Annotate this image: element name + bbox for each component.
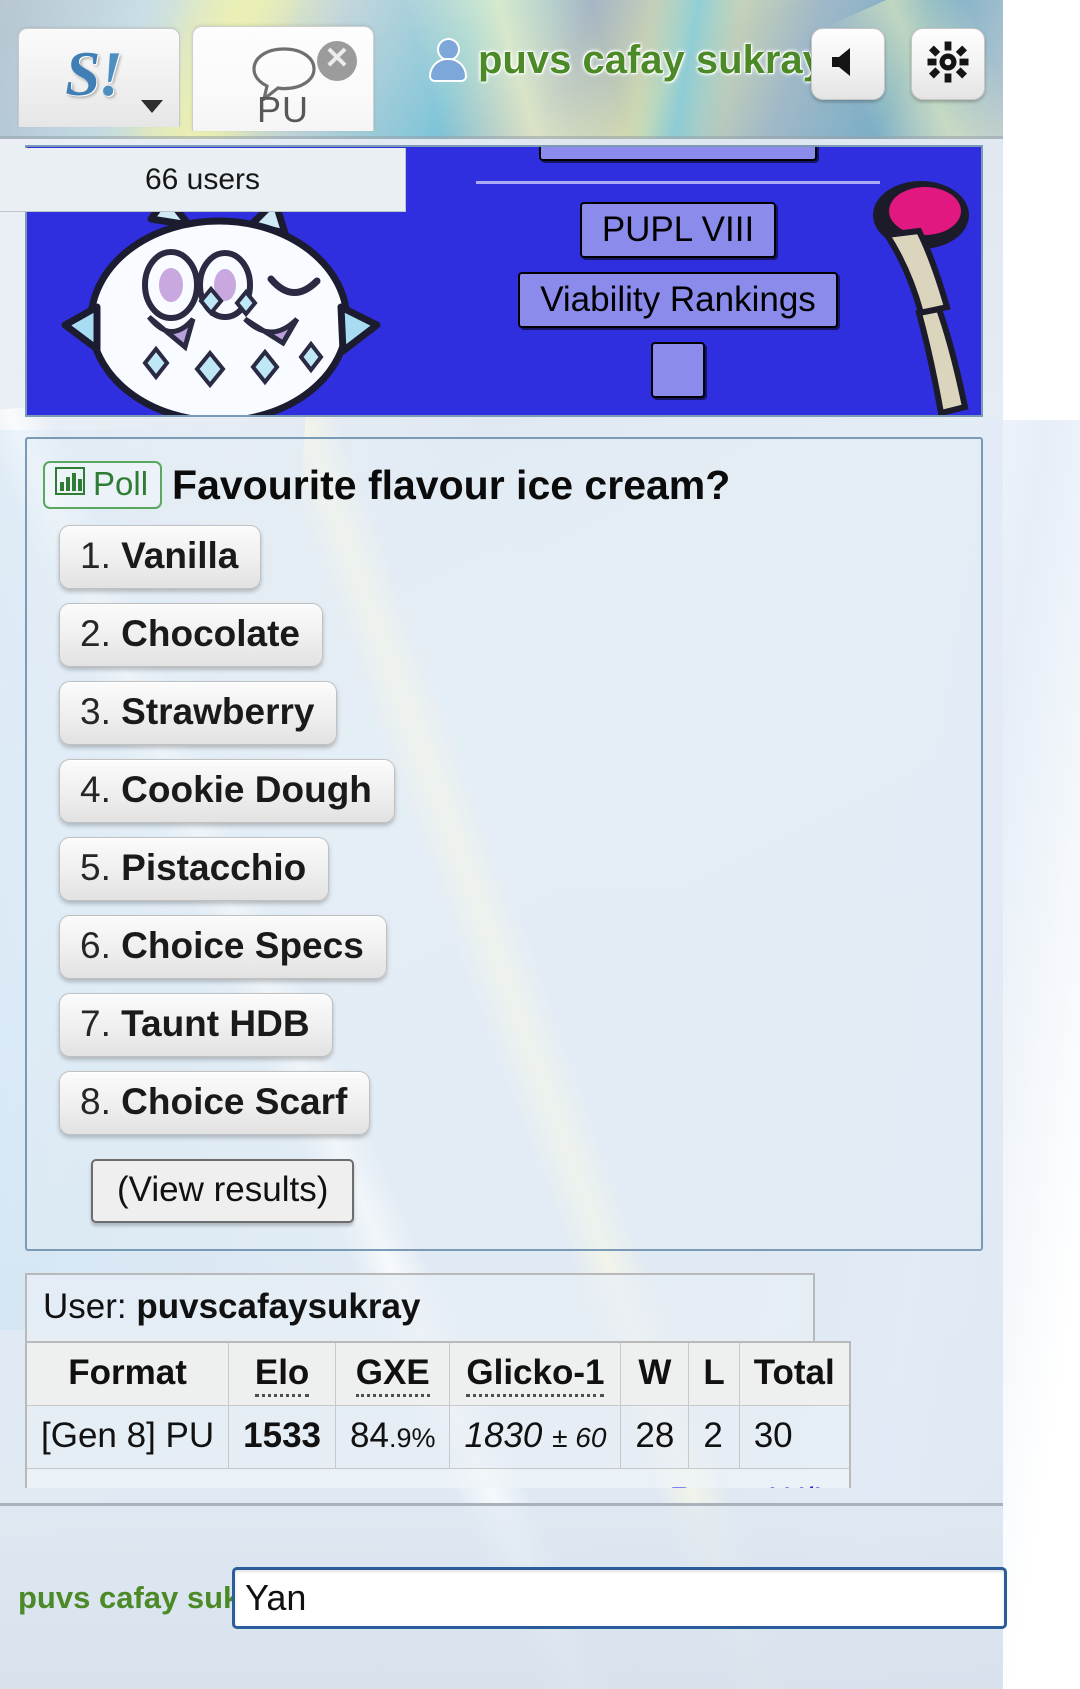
ladder-user-name: puvscafaysukray	[136, 1287, 421, 1326]
cell-wins: 28	[620, 1405, 690, 1469]
column-header-gxe: GXE	[335, 1341, 451, 1406]
reset-wl-link[interactable]: Reset W/L	[669, 1481, 832, 1488]
ladder-user-row: User: puvscafaysukray	[25, 1273, 815, 1343]
user-avatar-icon	[430, 39, 466, 82]
chat-username-label[interactable]: puvs cafay sukray	[0, 1580, 232, 1616]
banner-divider	[476, 181, 880, 184]
cell-elo: 1533	[228, 1405, 337, 1469]
room-tab-label: PU	[256, 89, 309, 130]
poll-option-button[interactable]: 4. Cookie Dough	[59, 759, 395, 823]
app-root: S! ✕ PU puvs cafay sukray 66 users PUPL …	[0, 0, 1080, 1689]
column-header-wins: W	[620, 1341, 690, 1406]
userlist-toggle[interactable]: 66 users	[0, 148, 406, 212]
gear-icon	[926, 40, 970, 89]
table-footer-row: Reset W/L	[25, 1468, 851, 1488]
poll-option-button[interactable]: 7. Taunt HDB	[59, 993, 333, 1057]
vanilluxe-sprite-icon	[39, 189, 409, 415]
chat-input-bar: puvs cafay sukray	[0, 1503, 1007, 1689]
poll-option-button[interactable]: 1. Vanilla	[59, 525, 262, 589]
table-header-row: Format Elo GXE Glicko-1 W L Total	[25, 1341, 851, 1406]
column-header-losses: L	[688, 1341, 740, 1406]
cell-losses: 2	[688, 1405, 740, 1469]
column-header-format: Format	[25, 1341, 230, 1406]
bar-chart-icon	[55, 465, 85, 503]
cell-gxe: 84.9%	[335, 1405, 451, 1469]
cell-format: [Gen 8] PU	[25, 1405, 230, 1469]
caret-down-icon[interactable]	[141, 100, 163, 113]
chat-scroll-area[interactable]: Find Out More! PUPL VIII Viability Ranki…	[0, 142, 1003, 1488]
poll-header: Poll Favourite flavour ice cream?	[27, 461, 981, 509]
banner-button[interactable]: Find Out More!	[539, 147, 817, 161]
column-header-glicko: Glicko-1	[449, 1341, 622, 1406]
poll-option-button[interactable]: 8. Choice Scarf	[59, 1071, 371, 1135]
user-count-label: 66 users	[144, 162, 261, 196]
poll-question: Favourite flavour ice cream?	[172, 461, 731, 508]
username-label: puvs cafay sukray	[478, 38, 825, 82]
poll-option-button[interactable]: 6. Choice Specs	[59, 915, 387, 979]
ladder-panel: User: puvscafaysukray Format Elo GXE Gli…	[25, 1273, 983, 1488]
poll-container: Poll Favourite flavour ice cream? 1. Van…	[25, 437, 983, 1251]
chat-input[interactable]	[232, 1566, 1007, 1629]
banner-button[interactable]: Viability Rankings	[518, 272, 838, 328]
options-button[interactable]	[911, 28, 985, 100]
banner-button-group: Find Out More! PUPL VIII Viability Ranki…	[473, 147, 883, 398]
app-header: S! ✕ PU puvs cafay sukray	[0, 0, 1003, 139]
cell-glicko: 1830 ± 60	[449, 1405, 622, 1469]
ladder-stats-table: Format Elo GXE Glicko-1 W L Total [Gen 8…	[25, 1341, 851, 1488]
home-button[interactable]: S!	[18, 28, 180, 127]
poll-option-button[interactable]: 5. Pistacchio	[59, 837, 330, 901]
sound-toggle-button[interactable]	[811, 28, 885, 100]
poll-badge: Poll	[43, 461, 163, 509]
banner-button[interactable]	[651, 342, 705, 398]
cell-total: 30	[738, 1405, 851, 1469]
view-results-button[interactable]: (View results)	[91, 1159, 355, 1223]
column-header-total: Total	[738, 1341, 851, 1406]
poll-badge-label: Poll	[93, 465, 149, 502]
room-tab-pu[interactable]: ✕ PU	[192, 26, 374, 131]
column-header-elo: Elo	[228, 1341, 337, 1406]
ladder-table: User: puvscafaysukray	[25, 1273, 815, 1343]
poll-option-button[interactable]: 3. Strawberry	[59, 681, 338, 745]
table-row: [Gen 8] PU 1533 84.9% 1830 ± 60 28 2 30	[25, 1405, 851, 1469]
close-icon[interactable]: ✕	[317, 41, 357, 81]
speaker-muted-icon	[828, 42, 868, 87]
poll-option-button[interactable]: 2. Chocolate	[59, 603, 323, 667]
ladder-user-prefix: User:	[43, 1287, 127, 1326]
showdown-logo-icon: S!	[65, 38, 123, 109]
banner-button[interactable]: PUPL VIII	[579, 202, 777, 258]
current-user[interactable]: puvs cafay sukray	[430, 38, 825, 83]
poll-option-list: 1. Vanilla 2. Chocolate 3. Strawberry 4.…	[27, 525, 981, 1223]
